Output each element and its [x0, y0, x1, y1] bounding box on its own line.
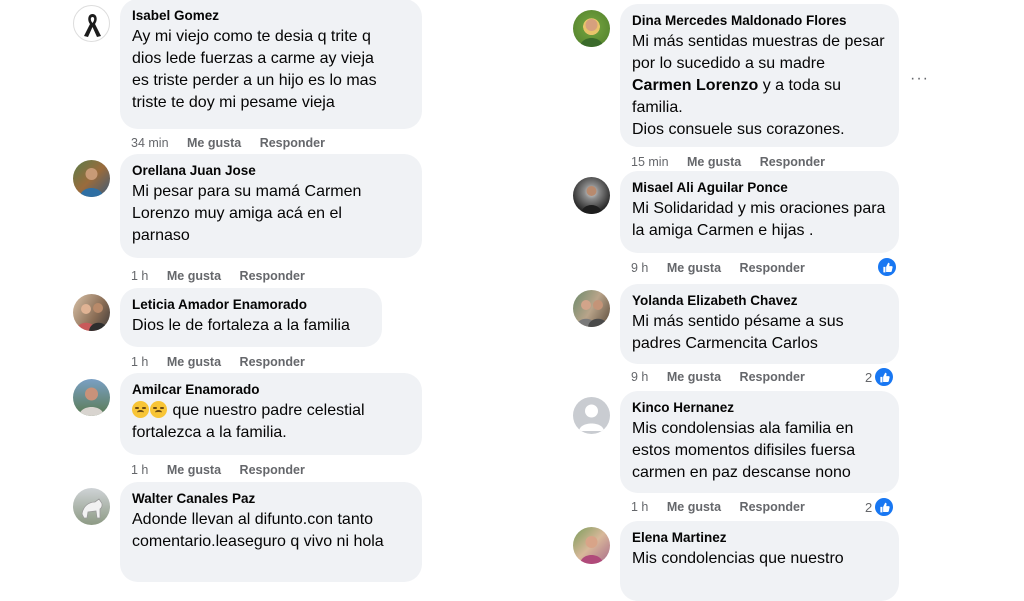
reply-button[interactable]: Responder [260, 136, 325, 150]
reply-button[interactable]: Responder [740, 500, 805, 514]
timestamp[interactable]: 1 h [131, 463, 148, 477]
black-ribbon-icon [84, 14, 101, 37]
default-person-icon [579, 404, 604, 431]
timestamp[interactable]: 9 h [631, 261, 648, 275]
timestamp[interactable]: 34 min [131, 136, 169, 150]
comment-actions: 1 h Me gusta Responder [631, 500, 820, 514]
like-reaction-icon [874, 497, 895, 517]
comment-actions: 1 h Me gusta Responder [131, 269, 320, 283]
comment-actions: 1 h Me gusta Responder [131, 355, 320, 369]
commenter-name[interactable]: Kinco Hernanez [632, 399, 886, 417]
comment-text: Mis condolensias ala familia en estos mo… [632, 420, 856, 481]
avatar[interactable] [573, 397, 610, 434]
more-options-icon[interactable]: ··· [910, 70, 929, 88]
like-button[interactable]: Me gusta [187, 136, 241, 150]
person-photo-icon [581, 186, 602, 214]
sad-face-emoji-icon [150, 401, 167, 418]
commenter-name[interactable]: Misael Ali Aguilar Ponce [632, 179, 886, 197]
person-photo-icon [576, 300, 608, 327]
avatar[interactable] [73, 5, 110, 42]
commenter-name[interactable]: Amilcar Enamorado [132, 381, 409, 399]
commenter-name[interactable]: Elena Martinez [632, 529, 886, 547]
avatar[interactable] [573, 527, 610, 564]
reaction-count[interactable] [875, 257, 897, 277]
timestamp[interactable]: 1 h [631, 500, 648, 514]
avatar[interactable] [73, 488, 110, 525]
comment-actions: 9 h Me gusta Responder [631, 261, 820, 275]
commenter-name[interactable]: Walter Canales Paz [132, 490, 409, 508]
comment-bubble: Misael Ali Aguilar Ponce Mi Solidaridad … [620, 171, 899, 253]
like-button[interactable]: Me gusta [167, 463, 221, 477]
timestamp[interactable]: 1 h [131, 269, 148, 283]
timestamp[interactable]: 15 min [631, 155, 669, 169]
horse-photo-icon [81, 498, 103, 519]
comment-text: Ay mi viejo como te desia q trite q dios… [132, 28, 377, 111]
comment-bubble: Kinco Hernanez Mis condolensias ala fami… [620, 391, 899, 493]
comment-text: Adonde llevan al difunto.con tanto comen… [132, 511, 384, 550]
commenter-name[interactable]: Orellana Juan Jose [132, 162, 409, 180]
comment-text: Mi más sentidas muestras de pesar por lo… [632, 33, 885, 138]
comment-actions: 1 h Me gusta Responder [131, 463, 320, 477]
timestamp[interactable]: 9 h [631, 370, 648, 384]
comment-bubble: Amilcar Enamorado que nuestro padre cele… [120, 373, 422, 455]
commenter-name[interactable]: Isabel Gomez [132, 7, 409, 25]
like-button[interactable]: Me gusta [167, 269, 221, 283]
comment-text: Mis condolencias que nuestro [632, 550, 844, 567]
mention-link[interactable]: Carmen Lorenzo [632, 77, 758, 94]
comment-bubble: Dina Mercedes Maldonado Flores Mi más se… [620, 4, 899, 147]
avatar[interactable] [573, 177, 610, 214]
avatar[interactable] [573, 10, 610, 47]
reaction-number: 2 [865, 369, 873, 385]
like-reaction-icon [874, 367, 895, 387]
reply-button[interactable]: Responder [240, 463, 305, 477]
person-photo-icon [79, 387, 104, 416]
comment-text: Mi Solidaridad y mis oraciones para la a… [632, 200, 886, 239]
commenter-name[interactable]: Leticia Amador Enamorado [132, 296, 369, 314]
reply-button[interactable]: Responder [240, 269, 305, 283]
comment-text: Dios le de fortaleza a la familia [132, 317, 350, 334]
person-photo-icon [580, 19, 603, 47]
comment-text: Mi pesar para su mamá Carmen Lorenzo muy… [132, 183, 362, 244]
like-button[interactable]: Me gusta [667, 261, 721, 275]
avatar[interactable] [73, 379, 110, 416]
reaction-count[interactable]: 2 [865, 367, 895, 387]
avatar[interactable] [73, 294, 110, 331]
reaction-number: 2 [865, 499, 873, 515]
reaction-count[interactable]: 2 [865, 497, 895, 517]
comment-bubble: Elena Martinez Mis condolencias que nues… [620, 521, 899, 601]
like-button[interactable]: Me gusta [167, 355, 221, 369]
commenter-name[interactable]: Yolanda Elizabeth Chavez [632, 292, 886, 310]
person-photo-icon [80, 168, 103, 197]
reply-button[interactable]: Responder [740, 370, 805, 384]
comment-bubble: Leticia Amador Enamorado Dios le de fort… [120, 288, 382, 347]
comment-actions: 15 min Me gusta Responder [631, 155, 840, 169]
comment-bubble: Walter Canales Paz Adonde llevan al difu… [120, 482, 422, 582]
comment-text: Mi más sentido pésame a sus padres Carme… [632, 313, 844, 352]
reply-button[interactable]: Responder [740, 261, 805, 275]
reply-button[interactable]: Responder [760, 155, 825, 169]
comment-text: que nuestro padre celestial fortalezca a… [132, 401, 365, 441]
reply-button[interactable]: Responder [240, 355, 305, 369]
timestamp[interactable]: 1 h [131, 355, 148, 369]
like-reaction-icon [877, 257, 897, 277]
like-button[interactable]: Me gusta [687, 155, 741, 169]
comment-bubble: Isabel Gomez Ay mi viejo como te desia q… [120, 0, 422, 129]
sad-face-emoji-icon [132, 401, 149, 418]
comment-actions: 34 min Me gusta Responder [131, 136, 340, 150]
comment-actions: 9 h Me gusta Responder [631, 370, 820, 384]
like-button[interactable]: Me gusta [667, 370, 721, 384]
like-button[interactable]: Me gusta [667, 500, 721, 514]
comment-bubble: Orellana Juan Jose Mi pesar para su mamá… [120, 154, 422, 258]
avatar[interactable] [73, 160, 110, 197]
person-photo-icon [76, 303, 108, 331]
commenter-name[interactable]: Dina Mercedes Maldonado Flores [632, 12, 886, 30]
person-photo-icon [580, 536, 603, 564]
comment-bubble: Yolanda Elizabeth Chavez Mi más sentido … [620, 284, 899, 364]
avatar[interactable] [573, 290, 610, 327]
